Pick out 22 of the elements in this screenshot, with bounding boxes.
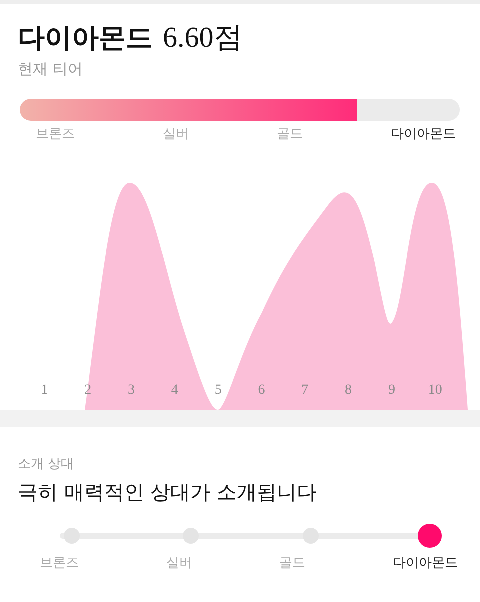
tier-score: 6.60점: [163, 21, 243, 56]
tier-label: 골드: [277, 125, 303, 143]
step-label: 브론즈: [40, 554, 79, 572]
axis-label: 10: [427, 383, 444, 399]
axis-label: 6: [257, 383, 266, 399]
match-caption: 소개 상대: [18, 456, 76, 473]
axis-label: 7: [300, 383, 310, 399]
axis-label: 9: [387, 383, 396, 399]
step-label: 골드: [280, 554, 306, 572]
tier-caption: 현재 티어: [18, 60, 84, 79]
tier-label: 브론즈: [36, 125, 75, 143]
axis-label: 3: [127, 383, 136, 399]
tier-name: 다이아몬드: [18, 22, 153, 56]
step-label: 다이아몬드: [392, 554, 458, 572]
tier-label: 다이아몬드: [391, 125, 456, 143]
axis-label: 1: [40, 383, 50, 399]
tier-label: 실버: [163, 125, 189, 143]
axis-label: 4: [170, 383, 180, 399]
step-label: 실버: [166, 554, 192, 572]
match-description: 극히 매력적인 상대가 소개됩니다: [18, 479, 318, 506]
axis-label: 5: [214, 383, 223, 399]
axis-label: 8: [344, 383, 354, 399]
